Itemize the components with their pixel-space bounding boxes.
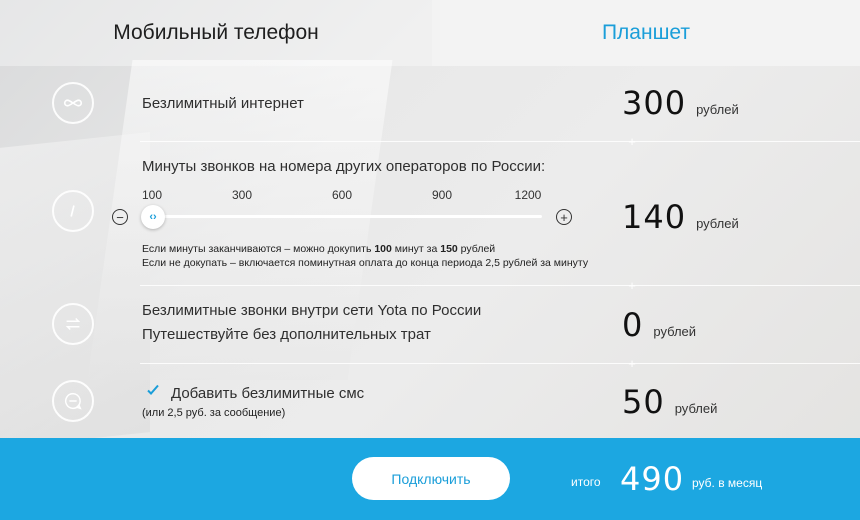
sms-price-unit: рублей xyxy=(674,401,718,416)
infinity-icon xyxy=(52,82,94,124)
total-value: 490 xyxy=(620,460,685,498)
sms-price-value: 50 xyxy=(622,383,665,421)
yota-calls-label: Безлимитные звонки внутри сети Yota по Р… xyxy=(142,302,482,319)
internet-label: Безлимитный интернет xyxy=(142,95,304,112)
yota-price: 0 рублей xyxy=(622,306,696,344)
tick-label[interactable]: 300 xyxy=(232,188,252,202)
tab-bar: Мобильный телефон Планшет xyxy=(0,0,860,66)
connect-button[interactable]: Подключить xyxy=(352,457,510,500)
minutes-label: Минуты звонков на номера других оператор… xyxy=(142,158,546,175)
plus-icon: + xyxy=(628,134,636,149)
note-text: Если минуты заканчиваются – можно докупи… xyxy=(142,243,375,255)
yota-price-unit: рублей xyxy=(653,324,697,339)
minutes-note-topup: Если минуты заканчиваются – можно докупи… xyxy=(142,243,495,255)
tick-label[interactable]: 900 xyxy=(432,188,452,202)
plus-icon[interactable]: + xyxy=(556,209,572,225)
check-icon[interactable] xyxy=(146,383,160,397)
arrows-icon xyxy=(52,303,94,345)
note-minutes-value: 100 xyxy=(374,243,392,255)
sms-sublabel: (или 2,5 руб. за сообщение) xyxy=(142,407,286,419)
note-text: рублей xyxy=(457,243,496,255)
plus-icon: + xyxy=(628,278,636,293)
yota-travel-label: Путешествуйте без дополнительных трат xyxy=(142,326,431,343)
internet-price-unit: рублей xyxy=(696,102,739,117)
minutes-price-value: 140 xyxy=(622,198,687,236)
note-text: минут за xyxy=(391,243,441,255)
minus-icon[interactable]: − xyxy=(112,209,128,225)
divider xyxy=(140,363,860,364)
divider xyxy=(140,285,860,286)
footer-bar: Подключить итого 490 руб. в месяц xyxy=(0,438,860,520)
minutes-note-perminute: Если не докупать – включается поминутная… xyxy=(142,257,589,269)
divider xyxy=(140,141,860,142)
minutes-price: 140 рублей xyxy=(622,198,739,236)
total-label: итого xyxy=(571,475,601,489)
minutes-price-unit: рублей xyxy=(696,216,739,231)
minutes-slider-track[interactable] xyxy=(152,215,542,218)
total-unit: руб. в месяц xyxy=(692,476,763,490)
tab-tablet[interactable]: Планшет xyxy=(432,0,860,66)
minutes-slider-handle[interactable]: ‹› xyxy=(141,205,165,229)
sms-label[interactable]: Добавить безлимитные смс xyxy=(171,385,364,402)
clock-icon xyxy=(52,190,94,232)
plus-icon: + xyxy=(628,356,636,371)
chat-icon xyxy=(52,380,94,422)
yota-price-value: 0 xyxy=(622,306,644,344)
tick-label[interactable]: 100 xyxy=(142,188,162,202)
tab-mobile-phone[interactable]: Мобильный телефон xyxy=(0,0,432,66)
internet-price-value: 300 xyxy=(622,84,687,122)
tick-label[interactable]: 600 xyxy=(332,188,352,202)
sms-price: 50 рублей xyxy=(622,383,717,421)
note-price-value: 150 xyxy=(440,243,458,255)
tick-label[interactable]: 1200 xyxy=(515,188,542,202)
internet-price: 300 рублей xyxy=(622,84,739,122)
